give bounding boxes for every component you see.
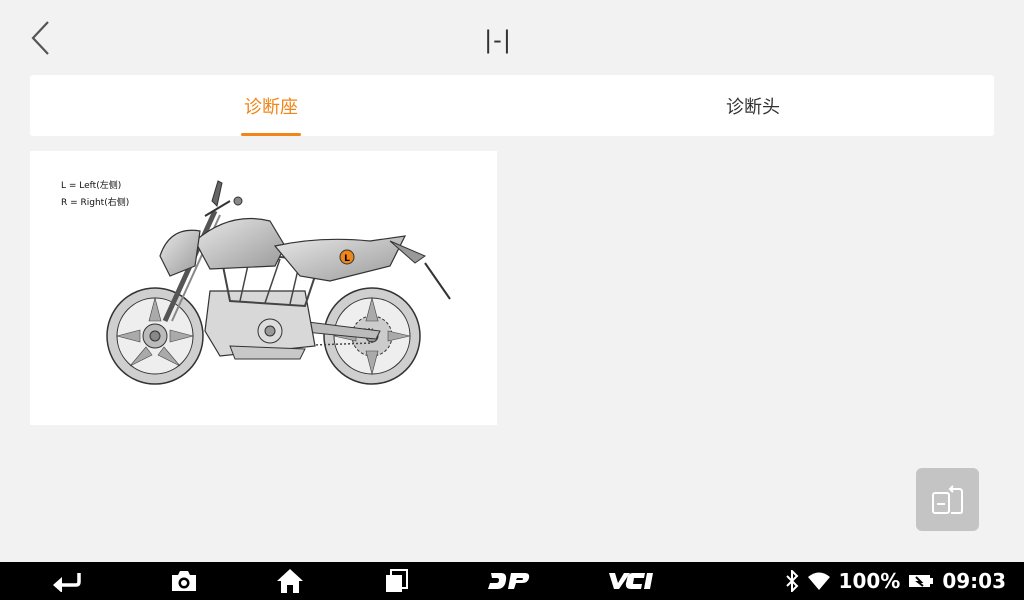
bluetooth-icon — [785, 570, 798, 592]
dp-icon — [488, 573, 530, 589]
tab-diagnostic-connector[interactable]: 诊断头 — [512, 75, 994, 136]
vci-button[interactable] — [606, 567, 656, 595]
page-title: |-| — [484, 26, 512, 54]
back-arrow-icon — [53, 573, 81, 592]
recent-apps-button[interactable] — [380, 567, 412, 595]
vci-icon — [609, 573, 653, 589]
rotate-screen-icon — [931, 484, 963, 514]
recent-apps-icon — [386, 569, 408, 592]
nav-back-button[interactable] — [50, 567, 82, 595]
battery-icon — [909, 575, 934, 587]
marker-label: L — [344, 254, 350, 264]
front-wheel — [106, 287, 204, 385]
tab-diagnostic-socket[interactable]: 诊断座 — [30, 75, 512, 136]
system-navigation-bar: 100% 09:03 — [0, 562, 1024, 600]
motorcycle-diagram-card[interactable]: L = Left(左侧) R = Right(右侧) L — [30, 151, 497, 425]
motorcycle-illustration: L — [106, 180, 451, 385]
screenshot-button[interactable] — [168, 567, 200, 595]
tab-bar: 诊断座 诊断头 — [30, 75, 994, 136]
wifi-icon — [807, 572, 830, 590]
home-button[interactable] — [274, 567, 306, 595]
rotate-screen-button[interactable] — [916, 468, 979, 531]
battery-percent: 100% — [838, 569, 901, 593]
status-area: 100% 09:03 — [785, 562, 1006, 600]
home-icon — [277, 569, 303, 593]
top-bar: |-| — [0, 0, 1024, 75]
clock: 09:03 — [942, 569, 1006, 593]
dp-button[interactable] — [486, 567, 532, 595]
screenshot-camera-icon — [172, 571, 196, 591]
